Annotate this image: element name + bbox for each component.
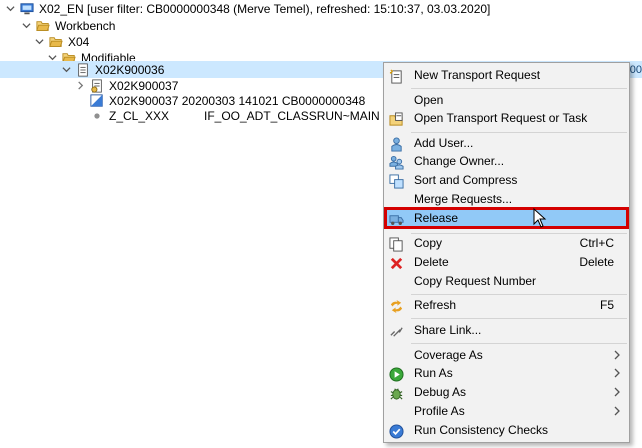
system-icon [19,1,35,17]
submenu-arrow-icon [614,387,620,397]
menu-item-run-as[interactable]: Run As [385,364,628,383]
user-icon [388,136,404,152]
menu-item-copy-request-number[interactable]: Copy Request Number [385,272,628,291]
submenu-arrow-icon [614,350,620,360]
folder-open-icon [48,34,64,50]
delete-icon [388,255,404,271]
menu-separator [411,343,627,344]
users-icon [388,154,404,170]
tree-x04-label: X04 [68,34,90,49]
menu-item-change-owner[interactable]: Change Owner... [385,152,628,171]
tree-root-label: X02_EN [user filter: CB0000000348 (Merve… [39,1,491,16]
submenu-arrow-icon [614,406,620,416]
tree-row-x04[interactable]: X04 [0,33,642,50]
link-icon [388,323,404,339]
debug-icon [388,385,404,401]
menu-separator [411,88,627,89]
open-request-icon [388,111,404,127]
menu-item-run-consistency-checks[interactable]: Run Consistency Checks [385,421,628,440]
refresh-icon [388,298,404,314]
menu-separator [411,132,627,133]
menu-item-coverage-as[interactable]: Coverage As [385,346,628,365]
sort-icon [388,173,404,189]
tree-request-label: X02K900036 [95,62,165,77]
menu-item-profile-as[interactable]: Profile As [385,402,628,421]
submenu-arrow-icon [614,368,620,378]
new-request-icon [388,68,404,84]
truncated-column-text: 00 [629,63,642,76]
transport-request-icon [75,62,91,78]
menu-item-sort-and-compress[interactable]: Sort and Compress [385,171,628,190]
tree-row-workbench[interactable]: Workbench [0,17,642,34]
chevron-down-icon[interactable] [60,64,72,76]
mouse-cursor-icon [533,208,547,228]
menu-separator [411,318,627,319]
run-icon [388,366,404,382]
menu-item-add-user[interactable]: Add User... [385,134,628,153]
chevron-down-icon[interactable] [20,20,32,32]
tree-object-label: Z_CL_XXX [109,108,170,123]
menu-item-new-transport-request[interactable]: New Transport Request [385,66,628,85]
chevron-down-icon[interactable] [4,3,16,15]
tree-object-method: IF_OO_ADT_CLASSRUN~MAIN [204,108,380,123]
check-icon [388,423,404,439]
menu-item-debug-as[interactable]: Debug As [385,383,628,402]
menu-item-delete[interactable]: Delete Delete [385,253,628,272]
menu-item-open[interactable]: Open [385,91,628,110]
tree-row-root[interactable]: X02_EN [user filter: CB0000000348 (Merve… [0,0,642,17]
folder-open-icon [35,18,51,34]
menu-item-open-request-or-task[interactable]: Open Transport Request or Task [385,109,628,128]
annotation-highlight-box [384,207,629,229]
object-dot-icon [89,108,105,124]
menu-separator [411,294,627,295]
menu-item-copy[interactable]: Copy Ctrl+C [385,234,628,253]
menu-item-share-link[interactable]: Share Link... [385,321,628,340]
copy-icon [388,236,404,252]
chevron-right-icon[interactable] [74,80,86,92]
tree-workbench-label: Workbench [55,18,116,33]
menu-item-refresh[interactable]: Refresh F5 [385,296,628,315]
context-menu: New Transport Request Open Open Transpor… [383,62,630,443]
chevron-down-icon[interactable] [33,36,45,48]
